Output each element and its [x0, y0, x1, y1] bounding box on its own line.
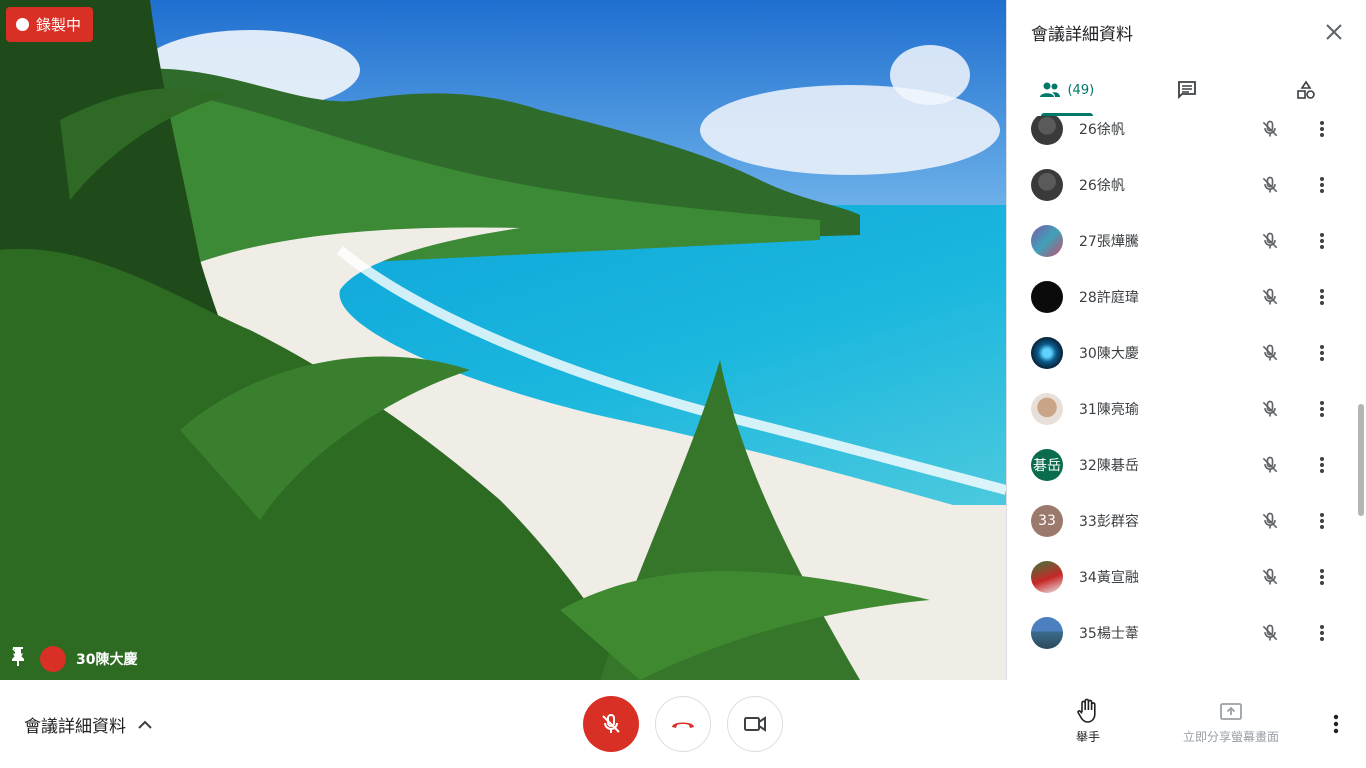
participant-row[interactable]: 碁岳 32陳碁岳 [1007, 437, 1366, 493]
participant-mic-off-icon[interactable] [1258, 341, 1282, 365]
tab-chat[interactable] [1127, 64, 1247, 116]
avatar [1031, 393, 1063, 425]
participant-more-icon[interactable] [1310, 509, 1334, 533]
participant-more-icon[interactable] [1310, 453, 1334, 477]
leave-call-button[interactable] [655, 696, 711, 752]
participant-more-icon[interactable] [1310, 341, 1334, 365]
participant-name: 26徐帆 [1079, 178, 1125, 194]
participant-row[interactable]: 27張燁騰 [1007, 213, 1366, 269]
participant-row[interactable]: 28許庭瑋 [1007, 269, 1366, 325]
close-panel-button[interactable] [1318, 16, 1350, 48]
chat-icon [1177, 81, 1196, 100]
participant-mic-off-icon[interactable] [1258, 117, 1282, 141]
tile-footer: 30陳大慶 [10, 646, 137, 672]
close-icon [1326, 24, 1342, 40]
participant-row[interactable]: 26徐帆 [1007, 116, 1366, 157]
meeting-details-panel: 會議詳細資料 (49) 26徐帆 26徐帆 27張燁騰 28許庭瑋 30陳大慶 31陳亮瑜… [1006, 0, 1366, 680]
participant-mic-off-icon[interactable] [1258, 453, 1282, 477]
avatar [1031, 169, 1063, 201]
present-now-button[interactable]: 立即分享螢幕畫面 [1170, 702, 1292, 745]
more-options-button[interactable] [1324, 712, 1348, 736]
mic-toggle-button[interactable] [583, 696, 639, 752]
participant-list-scrollbar[interactable] [1358, 404, 1364, 516]
avatar: 碁岳 [1031, 449, 1063, 481]
recording-label: 錄製中 [36, 16, 82, 34]
participant-row[interactable]: 31陳亮瑜 [1007, 381, 1366, 437]
present-label: 立即分享螢幕畫面 [1182, 730, 1279, 744]
participant-row[interactable]: 26徐帆 [1007, 157, 1366, 213]
people-icon [1040, 82, 1061, 97]
recording-dot-icon [16, 18, 29, 31]
meeting-details-label: 會議詳細資料 [24, 717, 126, 737]
recording-badge: 錄製中 [6, 7, 94, 42]
participant-more-icon[interactable] [1310, 117, 1334, 141]
people-count: (49) [1067, 82, 1095, 98]
tile-participant-name: 30陳大慶 [76, 652, 138, 668]
avatar [1031, 225, 1063, 257]
activities-icon [1297, 80, 1315, 99]
participant-mic-off-icon[interactable] [1258, 173, 1282, 197]
participant-more-icon[interactable] [1310, 397, 1334, 421]
participant-name: 32陳碁岳 [1079, 458, 1139, 474]
participant-row[interactable]: 30陳大慶 [1007, 325, 1366, 381]
participant-name: 35楊士葦 [1079, 626, 1139, 642]
tab-people[interactable]: (49) [1007, 64, 1127, 116]
bottom-control-bar: 會議詳細資料 舉手 立即分享螢幕畫面 [0, 680, 1366, 768]
beach-video-frame [0, 0, 1006, 680]
panel-tabs: (49) [1007, 64, 1366, 116]
avatar [1031, 281, 1063, 313]
participant-name: 34黃宣融 [1079, 570, 1139, 586]
participant-name: 26徐帆 [1079, 122, 1125, 138]
participant-name: 30陳大慶 [1079, 346, 1139, 362]
participant-more-icon[interactable] [1310, 173, 1334, 197]
tab-activities[interactable] [1246, 64, 1366, 116]
participant-list: 26徐帆 26徐帆 27張燁騰 28許庭瑋 30陳大慶 31陳亮瑜碁岳 32陳碁岳 33 33彭… [1007, 116, 1366, 680]
meeting-details-toggle[interactable]: 會議詳細資料 [24, 712, 152, 737]
panel-header: 會議詳細資料 [1007, 0, 1366, 64]
participant-more-icon[interactable] [1310, 565, 1334, 589]
panel-title: 會議詳細資料 [1031, 24, 1133, 45]
participant-mic-off-icon[interactable] [1258, 397, 1282, 421]
chevron-up-icon [138, 720, 152, 729]
participant-more-icon[interactable] [1310, 229, 1334, 253]
participant-name: 31陳亮瑜 [1079, 402, 1139, 418]
camera-toggle-button[interactable] [727, 696, 783, 752]
participant-row[interactable]: 33 33彭群容 [1007, 493, 1366, 549]
avatar [1031, 617, 1063, 649]
participant-row[interactable]: 34黃宣融 [1007, 549, 1366, 605]
more-vert-icon [1333, 714, 1339, 734]
participant-mic-off-icon[interactable] [1258, 229, 1282, 253]
participant-mic-off-icon[interactable] [1258, 565, 1282, 589]
main-video-tile: 錄製中 30陳大慶 [0, 0, 1006, 680]
participant-mic-off-icon[interactable] [1258, 621, 1282, 645]
video-camera-icon [744, 716, 766, 732]
raise-hand-button[interactable]: 舉手 [1062, 698, 1114, 745]
participant-mic-off-icon[interactable] [1258, 509, 1282, 533]
raise-hand-label: 舉手 [1075, 730, 1100, 744]
present-screen-icon [1220, 703, 1242, 720]
avatar [1031, 337, 1063, 369]
avatar [1031, 116, 1063, 145]
participant-more-icon[interactable] [1310, 621, 1334, 645]
mic-off-icon [602, 713, 620, 733]
participant-mic-off-icon[interactable] [1258, 285, 1282, 309]
avatar [1031, 561, 1063, 593]
hang-up-icon [672, 722, 694, 728]
participant-name: 28許庭瑋 [1079, 290, 1139, 306]
participant-row[interactable]: 35楊士葦 [1007, 605, 1366, 661]
hand-icon [1077, 698, 1096, 723]
participant-name: 33彭群容 [1079, 514, 1139, 530]
tile-mic-muted-icon [12, 646, 66, 672]
avatar: 33 [1031, 505, 1063, 537]
participant-more-icon[interactable] [1310, 285, 1334, 309]
participant-name: 27張燁騰 [1079, 234, 1139, 250]
